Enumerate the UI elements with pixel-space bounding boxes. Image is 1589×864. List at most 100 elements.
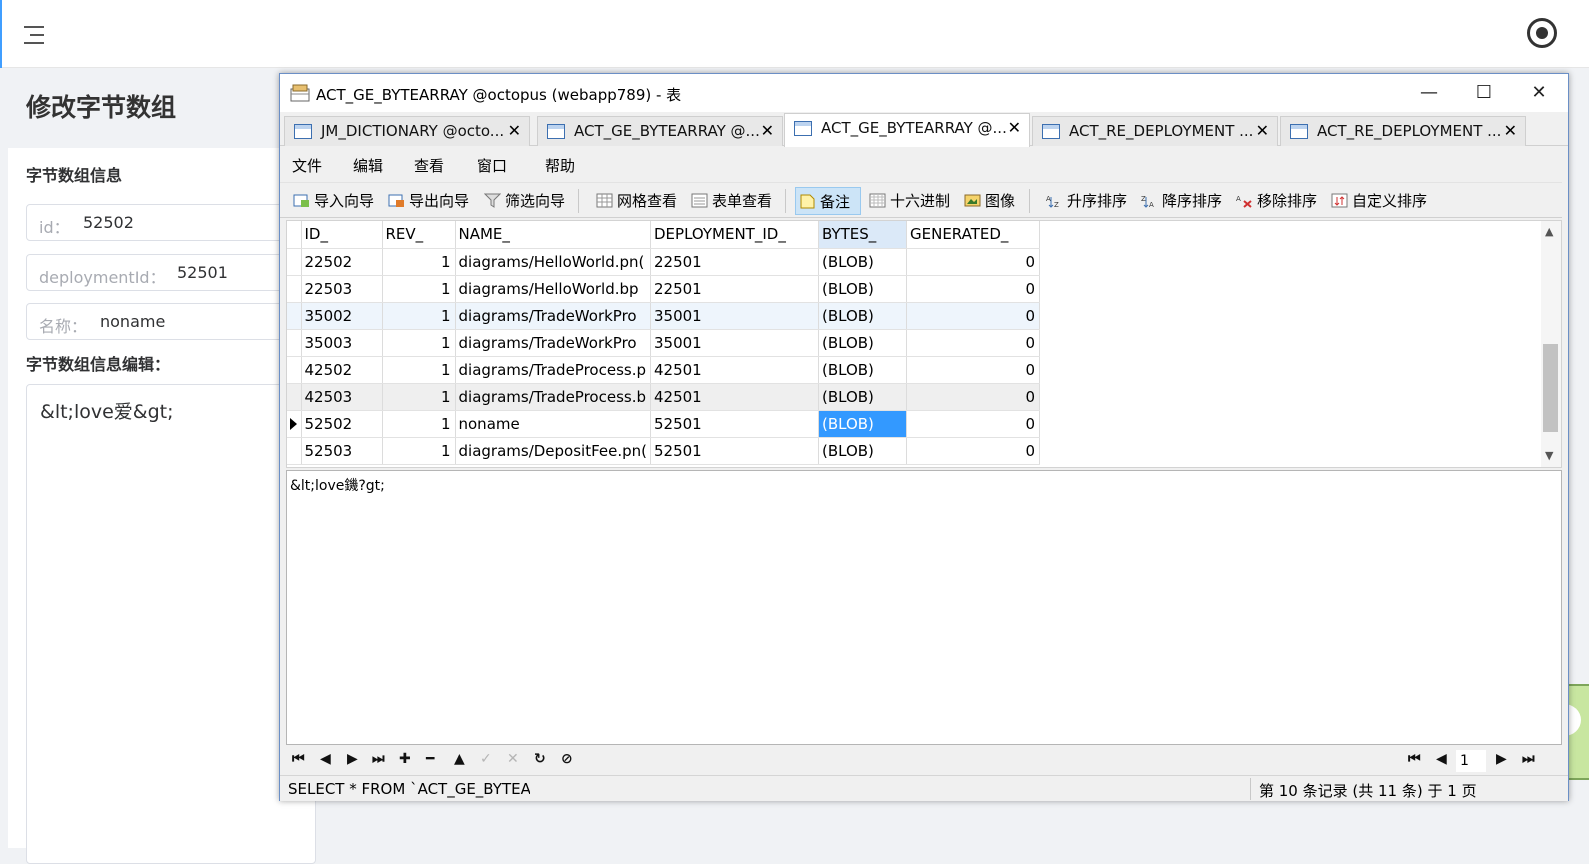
column-header-name[interactable]: NAME_: [455, 221, 651, 249]
tab-jm-dictionary[interactable]: JM_DICTIONARY @octo... ✕: [284, 116, 530, 146]
column-header-deployment-id[interactable]: DEPLOYMENT_ID_: [650, 221, 819, 249]
previous-record-icon[interactable]: ◀: [320, 751, 331, 767]
menu-toggle-icon[interactable]: [22, 24, 46, 46]
tab-act-re-deployment-1[interactable]: ACT_RE_DEPLOYMENT ... ✕: [1032, 116, 1278, 146]
table-row[interactable]: 42503 1 diagrams/TradeProcess.b 42501 (B…: [287, 383, 1040, 411]
cell-rev[interactable]: 1: [382, 410, 456, 438]
cell-bytes-selected[interactable]: (BLOB): [818, 410, 907, 438]
row-marker[interactable]: [287, 302, 302, 330]
cell-deployment-id[interactable]: 35001: [650, 302, 819, 330]
cell-bytes[interactable]: (BLOB): [818, 356, 907, 384]
import-wizard-button[interactable]: 导入向导: [290, 187, 374, 215]
cell-rev[interactable]: 1: [382, 302, 456, 330]
previous-page-icon[interactable]: ◀: [1436, 751, 1447, 767]
cell-generated[interactable]: 0: [906, 437, 1040, 465]
scroll-up-icon[interactable]: ▲: [1545, 225, 1553, 238]
column-header-id[interactable]: ID_: [301, 221, 383, 249]
row-marker[interactable]: [287, 329, 302, 357]
tab-close-icon[interactable]: ✕: [1256, 121, 1269, 140]
last-record-icon[interactable]: ⏭: [372, 751, 385, 767]
add-record-icon[interactable]: ✚: [399, 751, 411, 767]
cell-bytes[interactable]: (BLOB): [818, 248, 907, 276]
cell-generated[interactable]: 0: [906, 410, 1040, 438]
cell-generated[interactable]: 0: [906, 302, 1040, 330]
menu-view[interactable]: 查看: [414, 155, 444, 176]
table-row[interactable]: 35003 1 diagrams/TradeWorkPro 35001 (BLO…: [287, 329, 1040, 357]
user-avatar[interactable]: [1527, 18, 1557, 48]
cell-rev[interactable]: 1: [382, 329, 456, 357]
cell-id[interactable]: 52502: [301, 410, 383, 438]
grid-view-button[interactable]: 网格查看: [593, 187, 677, 215]
cell-deployment-id[interactable]: 42501: [650, 356, 819, 384]
cell-deployment-id[interactable]: 22501: [650, 248, 819, 276]
next-page-icon[interactable]: ▶: [1496, 751, 1507, 767]
cell-id[interactable]: 35003: [301, 329, 383, 357]
remove-sort-button[interactable]: A 移除排序: [1233, 187, 1317, 215]
maximize-button[interactable]: ☐: [1462, 80, 1506, 108]
cell-name[interactable]: diagrams/HelloWorld.pn(: [455, 248, 651, 276]
cell-rev[interactable]: 1: [382, 383, 456, 411]
cell-id[interactable]: 42502: [301, 356, 383, 384]
cell-name[interactable]: diagrams/TradeProcess.b: [455, 383, 651, 411]
name-field[interactable]: 名称： noname: [26, 303, 316, 340]
bytearray-editor[interactable]: &lt;love爱&gt;: [26, 384, 316, 864]
cell-deployment-id[interactable]: 35001: [650, 329, 819, 357]
confirm-icon[interactable]: ✓: [480, 751, 492, 767]
form-view-button[interactable]: 表单查看: [688, 187, 772, 215]
vertical-scrollbar[interactable]: ▲ ▼: [1541, 221, 1561, 467]
cell-name[interactable]: diagrams/TradeWorkPro: [455, 329, 651, 357]
minimize-button[interactable]: —: [1407, 80, 1451, 108]
page-number-input[interactable]: 1: [1456, 750, 1486, 772]
menu-help[interactable]: 帮助: [545, 155, 575, 176]
table-row[interactable]: 35002 1 diagrams/TradeWorkPro 35001 (BLO…: [287, 302, 1040, 330]
tab-act-re-deployment-2[interactable]: ACT_RE_DEPLOYMENT ... ✕: [1280, 116, 1526, 146]
next-record-icon[interactable]: ▶: [347, 751, 358, 767]
blob-memo-editor[interactable]: &lt;love鐖?gt;: [286, 470, 1562, 745]
tab-act-ge-bytearray-1[interactable]: ACT_GE_BYTEARRAY @... ✕: [537, 116, 783, 146]
deployment-id-field[interactable]: deploymentId： 52501: [26, 254, 316, 291]
cell-deployment-id[interactable]: 52501: [650, 410, 819, 438]
first-page-icon[interactable]: ⏮: [1408, 751, 1421, 767]
cell-bytes[interactable]: (BLOB): [818, 302, 907, 330]
cell-generated[interactable]: 0: [906, 248, 1040, 276]
close-button[interactable]: ✕: [1517, 80, 1561, 108]
menu-file[interactable]: 文件: [292, 155, 322, 176]
cell-generated[interactable]: 0: [906, 383, 1040, 411]
window-titlebar[interactable]: ACT_GE_BYTEARRAY @octopus (webapp789) - …: [280, 74, 1568, 112]
cell-rev[interactable]: 1: [382, 275, 456, 303]
scroll-thumb[interactable]: [1543, 344, 1558, 432]
cell-bytes[interactable]: (BLOB): [818, 437, 907, 465]
cell-name[interactable]: diagrams/DepositFee.pn(: [455, 437, 651, 465]
tab-act-ge-bytearray-2[interactable]: ACT_GE_BYTEARRAY @... ✕: [784, 113, 1030, 147]
cell-rev[interactable]: 1: [382, 437, 456, 465]
cell-name[interactable]: diagrams/TradeWorkPro: [455, 302, 651, 330]
cell-name[interactable]: noname: [455, 410, 651, 438]
menu-edit[interactable]: 编辑: [353, 155, 383, 176]
table-row[interactable]: 22503 1 diagrams/HelloWorld.bp 22501 (BL…: [287, 275, 1040, 303]
last-page-icon[interactable]: ⏭: [1522, 751, 1535, 767]
table-row[interactable]: 42502 1 diagrams/TradeProcess.p 42501 (B…: [287, 356, 1040, 384]
stop-icon[interactable]: ⊘: [561, 751, 573, 767]
cell-id[interactable]: 42503: [301, 383, 383, 411]
hex-button[interactable]: 十六进制: [866, 187, 950, 215]
cell-id[interactable]: 35002: [301, 302, 383, 330]
data-grid[interactable]: ID_ REV_ NAME_ DEPLOYMENT_ID_ BYTES_ GEN…: [286, 220, 1562, 468]
cell-bytes[interactable]: (BLOB): [818, 383, 907, 411]
row-marker[interactable]: [287, 383, 302, 411]
image-button[interactable]: 图像: [961, 187, 1015, 215]
cell-name[interactable]: diagrams/TradeProcess.p: [455, 356, 651, 384]
sort-descending-button[interactable]: ZA 降序排序: [1138, 187, 1222, 215]
id-field[interactable]: id： 52502: [26, 204, 316, 241]
row-marker-current[interactable]: [287, 410, 302, 438]
cell-generated[interactable]: 0: [906, 275, 1040, 303]
sort-ascending-button[interactable]: AZ 升序排序: [1043, 187, 1127, 215]
column-header-rev[interactable]: REV_: [382, 221, 456, 249]
discard-icon[interactable]: ✕: [507, 751, 519, 767]
tab-close-icon[interactable]: ✕: [1504, 121, 1517, 140]
table-row[interactable]: 52503 1 diagrams/DepositFee.pn( 52501 (B…: [287, 437, 1040, 465]
cell-deployment-id[interactable]: 22501: [650, 275, 819, 303]
cell-rev[interactable]: 1: [382, 356, 456, 384]
menu-window[interactable]: 窗口: [477, 155, 507, 176]
cell-name[interactable]: diagrams/HelloWorld.bp: [455, 275, 651, 303]
tab-close-icon[interactable]: ✕: [761, 121, 774, 140]
